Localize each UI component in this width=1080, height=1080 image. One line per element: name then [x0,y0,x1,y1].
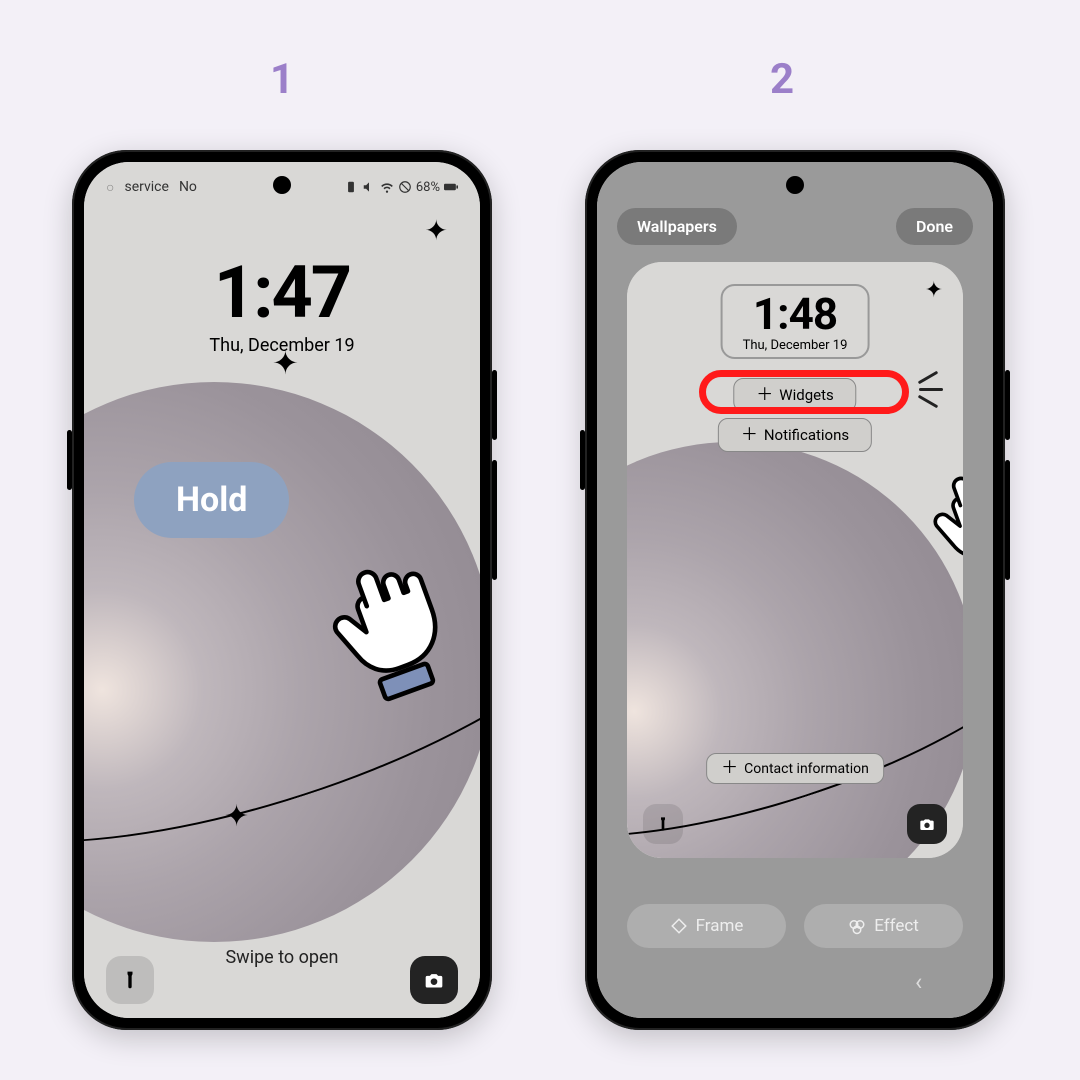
lockscreen-preview-card[interactable]: ✦ ✦ 1:48 Thu, December 19 ＋ Widgets ＋ No… [627,262,963,858]
clock-time: 1:48 [743,292,848,336]
pointing-hand-icon [324,552,464,702]
clock-date: Thu, December 19 [743,338,848,353]
add-notifications-label: Notifications [764,426,849,444]
screen-1[interactable]: ✦ ✦ ✦ ○ service No 68% 1:47 Thu, Decembe… [84,162,480,1018]
status-service: service [124,179,168,195]
effect-tool-button[interactable]: Effect [804,904,963,948]
clock-widget-frame[interactable]: 1:48 Thu, December 19 [721,284,870,359]
battery-saver-icon [344,180,358,194]
flashlight-icon [655,816,671,832]
plus-icon: ＋ [741,427,758,444]
mute-icon [362,180,376,194]
frame-tool-button[interactable]: Frame [627,904,786,948]
hold-instruction-badge: Hold [134,462,289,538]
sparkle-icon: ✦ [425,217,448,245]
camera-button[interactable] [410,956,458,1004]
step-1-number: 1 [270,55,294,104]
effect-icon [848,917,866,935]
phone-frame-2: Wallpapers Done ✦ ✦ 1:48 Thu, December 1… [585,150,1005,1030]
status-extra: No [179,179,197,195]
add-notifications-button[interactable]: ＋ Notifications [718,418,872,452]
no-signal-icon [398,180,412,194]
nav-back-caret-icon[interactable]: ‹ [915,968,922,996]
frame-label: Frame [696,916,744,936]
sparkle-icon: ✦ [925,280,943,302]
flashlight-shortcut[interactable] [643,804,683,844]
plus-icon: ＋ [756,387,773,404]
plus-icon: ＋ [721,760,738,777]
battery-icon [444,180,458,194]
phone-frame-1: ✦ ✦ ✦ ○ service No 68% 1:47 Thu, Decembe… [72,150,492,1030]
camera-punch-icon [786,176,804,194]
add-contact-label: Contact information [744,761,869,777]
pointing-hand-icon [927,462,963,582]
battery-percent: 68% [416,180,440,195]
clock-time: 1:47 [84,257,480,329]
step-2-number: 2 [770,55,794,104]
add-widgets-button[interactable]: ＋ Widgets [733,378,856,412]
screen-2[interactable]: Wallpapers Done ✦ ✦ 1:48 Thu, December 1… [597,162,993,1018]
clock-date: Thu, December 19 [84,335,480,356]
lockscreen-clock: 1:47 Thu, December 19 [84,257,480,356]
camera-punch-icon [273,176,291,194]
click-burst-icon [899,370,949,420]
camera-icon [919,816,935,832]
add-widgets-label: Widgets [779,386,833,404]
wifi-icon [380,180,394,194]
effect-label: Effect [874,916,919,936]
done-button[interactable]: Done [896,208,973,245]
camera-shortcut[interactable] [907,804,947,844]
frame-icon [670,917,688,935]
flashlight-icon [120,970,140,990]
add-contact-info-button[interactable]: ＋ Contact information [706,753,884,784]
flashlight-button[interactable] [106,956,154,1004]
wallpapers-button[interactable]: Wallpapers [617,208,737,245]
sparkle-icon: ✦ [224,802,249,832]
camera-icon [424,970,444,990]
